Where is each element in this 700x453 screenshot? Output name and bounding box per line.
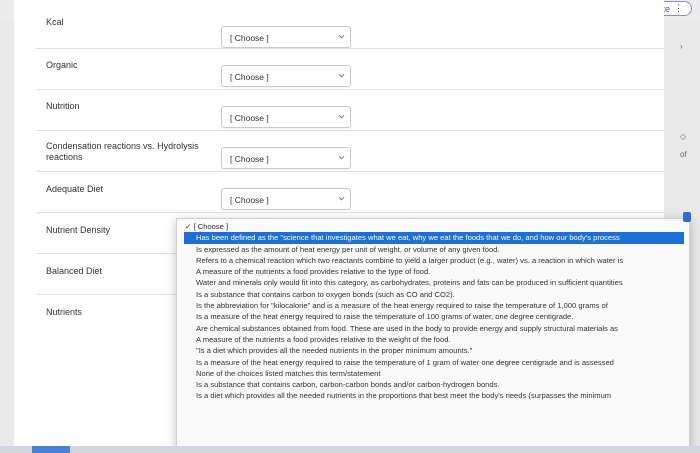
- dropdown-option[interactable]: Is the abbreviation for "kilocalorie" an…: [177, 300, 689, 311]
- chevron-down-icon: [338, 73, 345, 78]
- chevron-right-icon[interactable]: ›: [680, 42, 683, 51]
- dropdown-option[interactable]: Is a substance that contains carbon, car…: [177, 379, 689, 390]
- dropdown-option[interactable]: Is a measure of the heat energy required…: [177, 357, 689, 368]
- dropdown-option[interactable]: ✓ [ Choose ]: [177, 221, 689, 232]
- question-label: Condensation reactions vs. Hydrolysis re…: [46, 141, 199, 162]
- select-value: [ Choose ]: [230, 72, 269, 82]
- answer-select[interactable]: [ Choose ]: [221, 106, 351, 128]
- select-value: [ Choose ]: [230, 113, 269, 123]
- dropdown-option-highlighted[interactable]: Has been defined as the "science that in…: [184, 232, 684, 244]
- dropdown-option[interactable]: A measure of the nutrients a food provid…: [177, 334, 689, 345]
- answer-dropdown-list[interactable]: ✓ [ Choose ] Has been defined as the "sc…: [176, 218, 690, 453]
- page-of-label: of: [680, 150, 687, 159]
- question-label: Organic: [46, 60, 78, 70]
- chevron-down-icon: [338, 155, 345, 160]
- question-label: Nutrients: [46, 307, 83, 317]
- dropdown-option[interactable]: None of the choices listed matches this …: [177, 368, 689, 379]
- dropdown-option[interactable]: Is a measure of the heat energy required…: [177, 311, 689, 322]
- question-label: Nutrient Density: [46, 225, 111, 235]
- question-label: Balanced Diet: [46, 266, 103, 276]
- question-row-nutrition: Nutrition [ Choose ]: [36, 89, 664, 130]
- question-label: Nutrition: [46, 101, 80, 111]
- menu-dots-icon: ⋮: [674, 3, 683, 13]
- chevron-down-icon: [338, 196, 345, 201]
- blue-edge-badge: [683, 212, 691, 222]
- answer-select[interactable]: [ Choose ]: [221, 26, 351, 48]
- select-value: [ Choose ]: [230, 195, 269, 205]
- question-label: Adequate Diet: [46, 184, 104, 194]
- dropdown-option[interactable]: Is a substance that contains carbon to o…: [177, 289, 689, 300]
- taskbar-strip: [0, 446, 700, 453]
- dropdown-option[interactable]: "Is a diet which provides all the needed…: [177, 345, 689, 356]
- question-row-condensation: Condensation reactions vs. Hydrolysis re…: [36, 130, 664, 171]
- dropdown-option[interactable]: Are chemical substances obtained from fo…: [177, 323, 689, 334]
- question-label: Kcal: [46, 17, 64, 27]
- dropdown-option[interactable]: Water and minerals only would fit into t…: [177, 277, 689, 288]
- dropdown-option[interactable]: Refers to a chemical reaction which two …: [177, 255, 689, 266]
- select-value: [ Choose ]: [230, 154, 269, 164]
- answer-select[interactable]: [ Choose ]: [221, 147, 351, 169]
- answer-select[interactable]: [ Choose ]: [221, 188, 351, 210]
- dropdown-option[interactable]: Is expressed as the amount of heat energ…: [177, 244, 689, 255]
- select-value: [ Choose ]: [230, 33, 269, 43]
- stepper-icon[interactable]: ◇: [680, 132, 686, 141]
- answer-select[interactable]: [ Choose ]: [221, 65, 351, 87]
- question-row-organic: Organic [ Choose ]: [36, 48, 664, 89]
- question-row-kcal: Kcal [ Choose ]: [36, 6, 664, 48]
- chevron-down-icon: [338, 114, 345, 119]
- dropdown-option[interactable]: Is a diet which provides all the needed …: [177, 390, 689, 401]
- taskbar-active-item: [32, 446, 70, 453]
- chevron-down-icon: [338, 34, 345, 39]
- dropdown-option[interactable]: A measure of the nutrients a food provid…: [177, 266, 689, 277]
- question-row-adequate-diet: Adequate Diet [ Choose ]: [36, 171, 664, 212]
